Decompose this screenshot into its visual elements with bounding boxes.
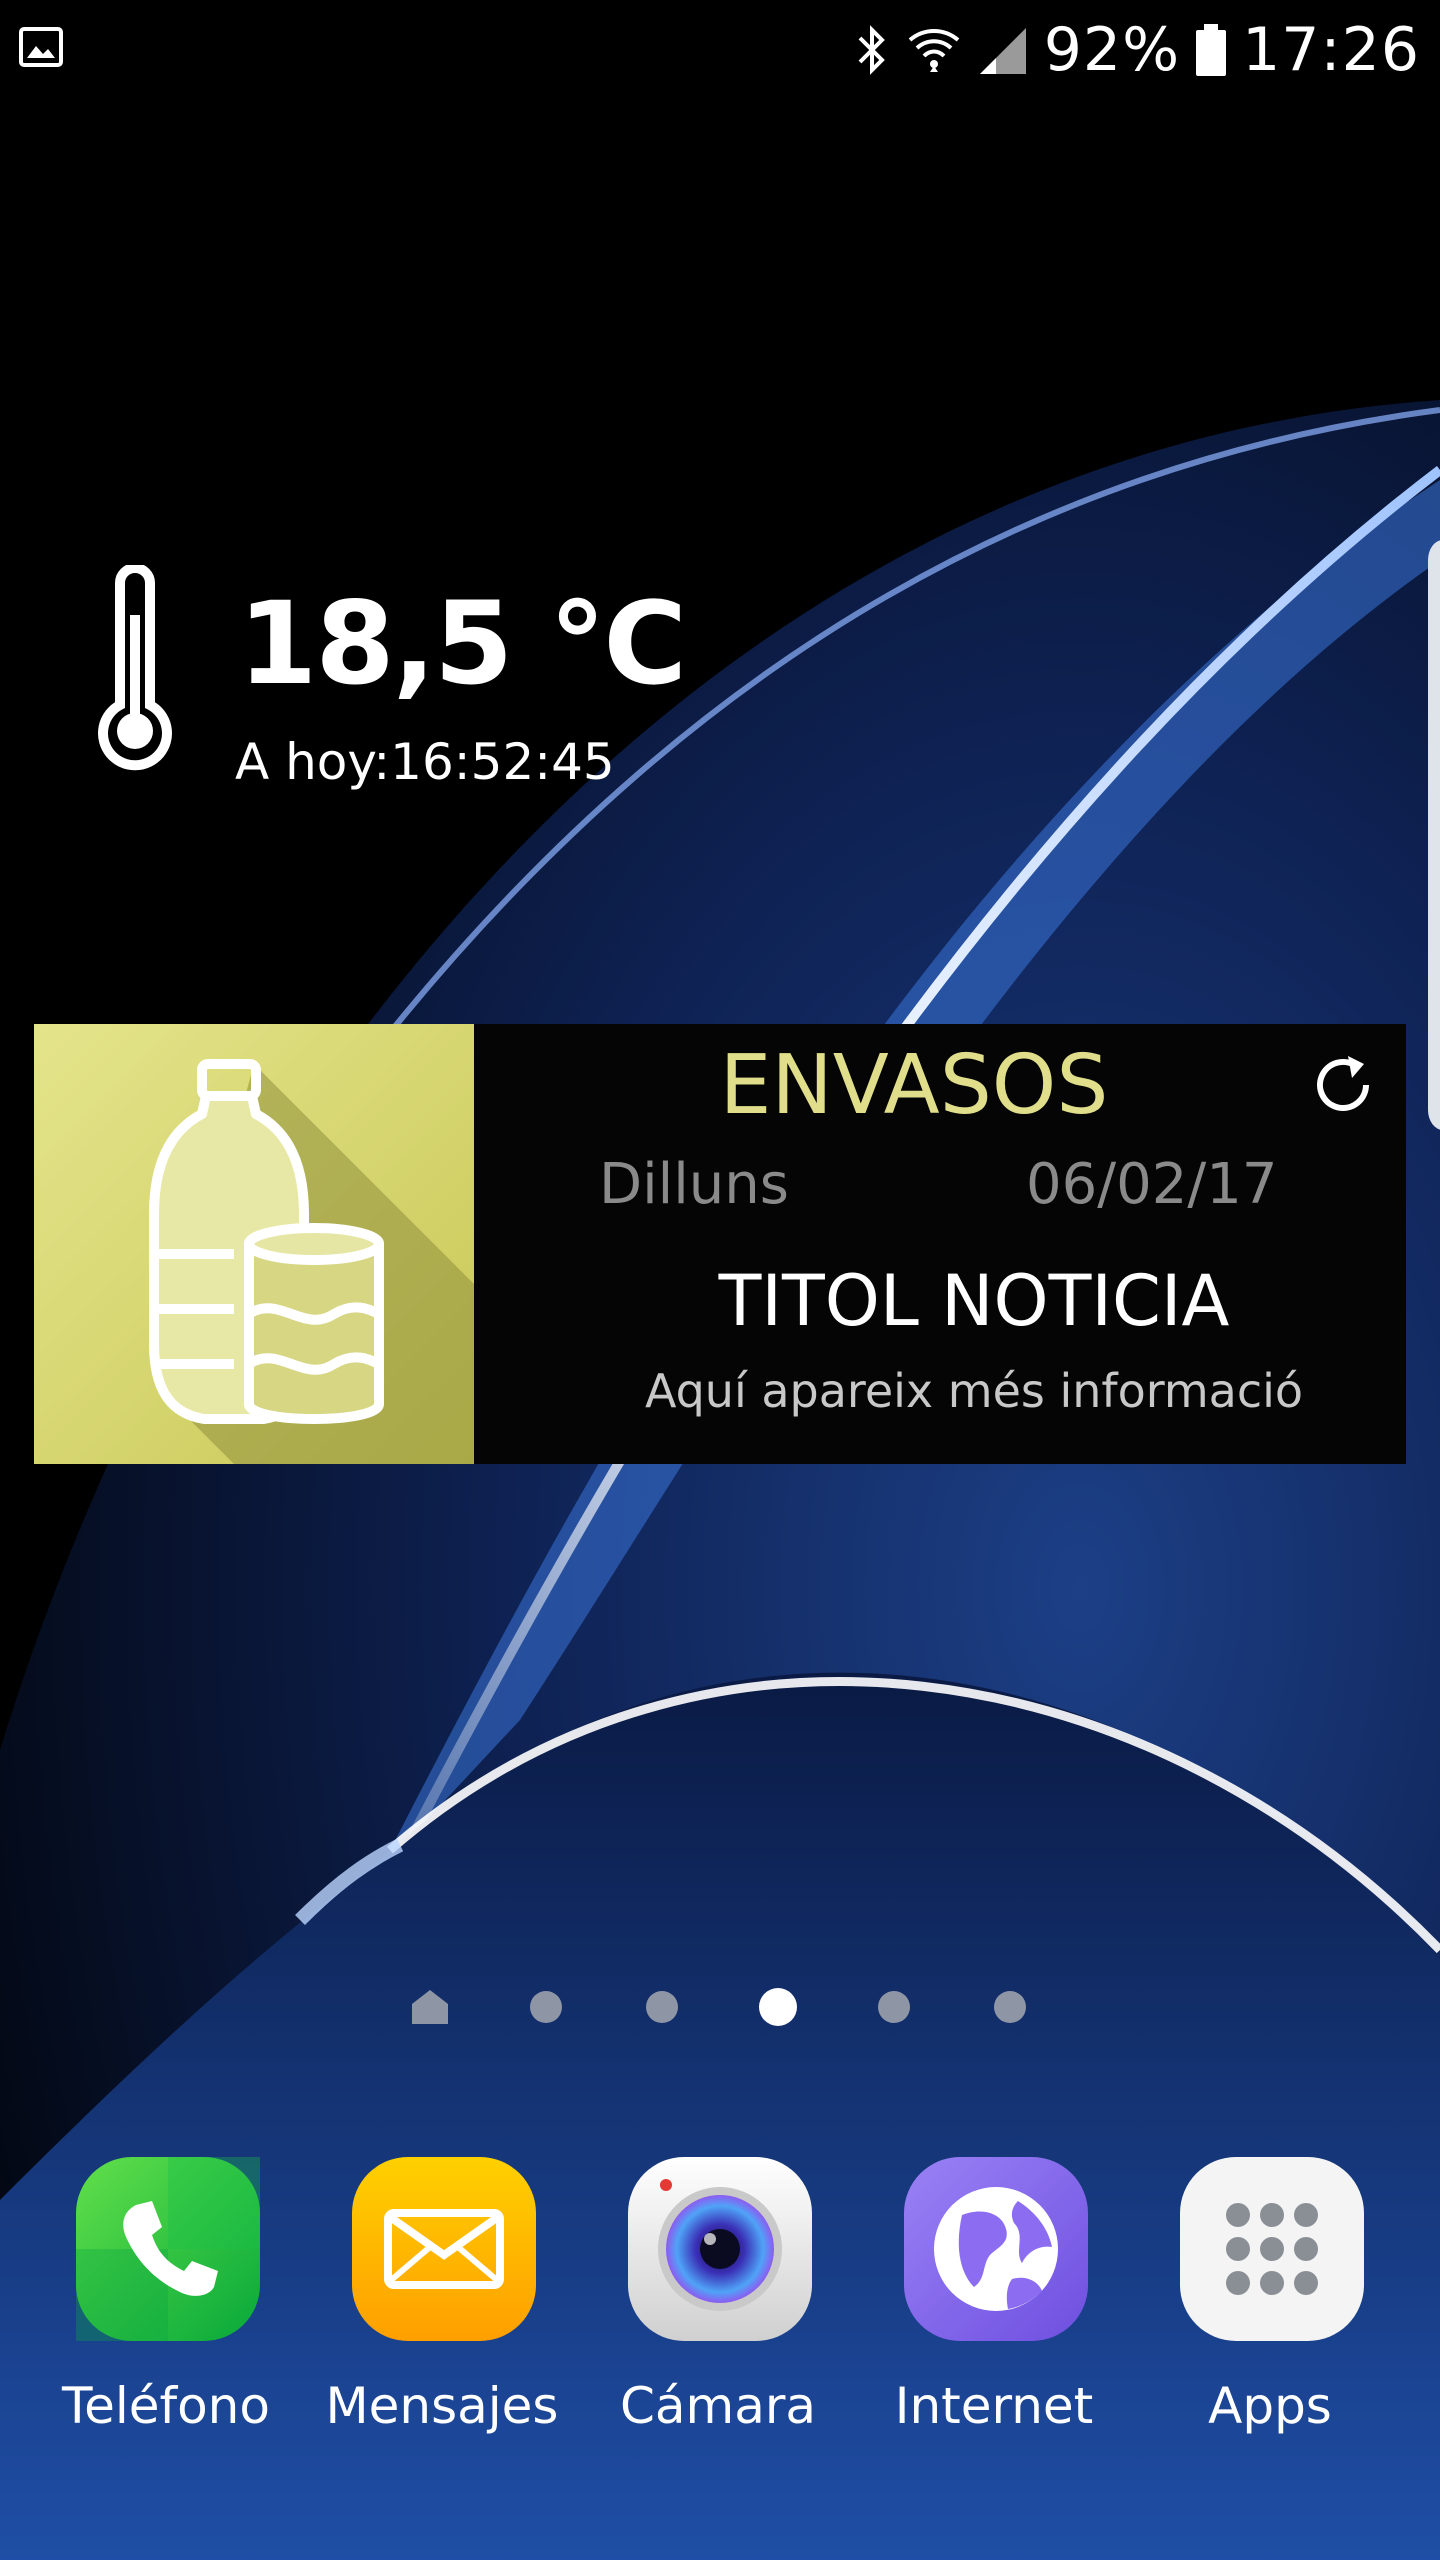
page-dot[interactable] [994,1991,1026,2023]
thermometer-icon [98,565,172,771]
bluetooth-icon [858,25,885,75]
app-dock: Teléfono Mensajes Cámara Internet Apps [0,2155,1440,2455]
apps-grid-icon [1180,2157,1364,2341]
wifi-icon [908,29,960,72]
battery-percentage: 92% [1043,15,1181,85]
app-mensajes[interactable]: Mensajes [302,2155,558,2455]
news-day: Dilluns [599,1152,789,1217]
app-label: Mensajes [325,2377,559,2435]
page-dot[interactable] [878,1991,910,2023]
temperature-updated-time: A hoy:16:52:45 [235,733,615,791]
battery-icon [1196,24,1227,76]
app-label: Apps [1208,2377,1332,2435]
page-indicator [0,1976,1440,2036]
news-title[interactable]: TITOL NOTICIA [474,1260,1440,1342]
news-category: ENVASOS [719,1038,1109,1133]
app-apps[interactable]: Apps [1130,2155,1370,2455]
app-label: Internet [894,2377,1094,2435]
temperature-value: 18,5 ℃ [238,577,687,710]
page-dot[interactable] [646,1991,678,2023]
home-icon[interactable] [410,1986,450,2026]
phone-icon [76,2157,260,2341]
globe-icon [904,2157,1088,2341]
message-icon [352,2157,536,2341]
weather-widget[interactable]: 18,5 ℃ A hoy:16:52:45 [90,565,687,805]
app-label: Cámara [619,2377,817,2435]
refresh-icon[interactable] [1304,1046,1382,1124]
app-camara[interactable]: Cámara [578,2155,818,2455]
gallery-icon [19,27,63,67]
app-label: Teléfono [62,2377,270,2435]
app-internet[interactable]: Internet [854,2155,1094,2455]
news-thumbnail [34,1024,474,1464]
signal-icon [979,28,1026,74]
page-dot-active[interactable] [759,1988,797,2026]
page-dot[interactable] [530,1991,562,2023]
news-widget[interactable]: ENVASOS Dilluns 06/02/17 TITOL NOTICIA A… [34,1024,1406,1464]
status-bar: 92% 17:26 [0,0,1440,100]
clock: 17:26 [1242,15,1420,85]
bottle-and-can-icon [34,1024,474,1464]
camera-icon [628,2157,812,2341]
news-info: Aquí apareix més informació [644,1364,1304,1418]
app-telefono[interactable]: Teléfono [26,2155,270,2455]
news-date: 06/02/17 [1026,1152,1278,1217]
